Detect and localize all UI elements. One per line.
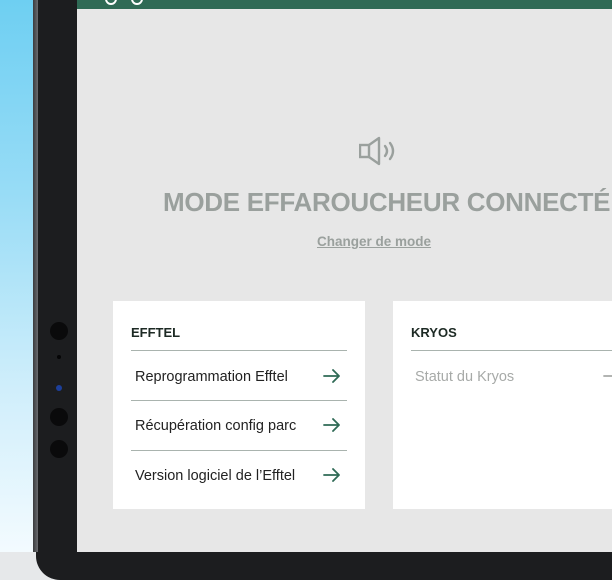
bezel-sensor bbox=[50, 440, 68, 458]
efftel-card-title: EFFTEL bbox=[131, 325, 181, 340]
divider bbox=[131, 400, 347, 401]
efftel-card: EFFTEL Reprogrammation Efftel Récupérati… bbox=[113, 301, 365, 509]
status-icon bbox=[105, 0, 117, 5]
arrow-right-icon bbox=[323, 369, 340, 383]
kryos-card-title: KRYOS bbox=[411, 325, 457, 340]
app-screen: MODE EFFAROUCHEUR CONNECTÉ Changer de mo… bbox=[77, 0, 612, 552]
status-icon bbox=[131, 0, 143, 5]
bezel-sensor-small bbox=[57, 355, 61, 359]
list-item-label: Statut du Kryos bbox=[415, 369, 515, 385]
list-item-label: Version logiciel de l’Efftel bbox=[135, 468, 296, 484]
top-bar bbox=[77, 0, 612, 9]
list-item-label: Reprogrammation Efftel bbox=[135, 369, 288, 385]
camera-lens bbox=[56, 385, 62, 391]
bezel-sensor bbox=[50, 322, 68, 340]
arrow-right-icon bbox=[323, 468, 340, 482]
tablet-edge bbox=[33, 0, 38, 552]
change-mode-link[interactable]: Changer de mode bbox=[317, 234, 431, 249]
speaker-icon bbox=[359, 136, 395, 166]
divider bbox=[411, 350, 612, 351]
divider bbox=[131, 450, 347, 451]
mode-title: MODE EFFAROUCHEUR CONNECTÉ bbox=[163, 187, 611, 217]
divider bbox=[131, 350, 347, 351]
bezel-sensor bbox=[50, 408, 68, 426]
arrow-right-icon bbox=[603, 375, 612, 377]
arrow-right-icon bbox=[323, 418, 340, 432]
kryos-card: KRYOS Statut du Kryos bbox=[393, 301, 612, 509]
list-item-label: Récupération config parc bbox=[135, 418, 297, 434]
